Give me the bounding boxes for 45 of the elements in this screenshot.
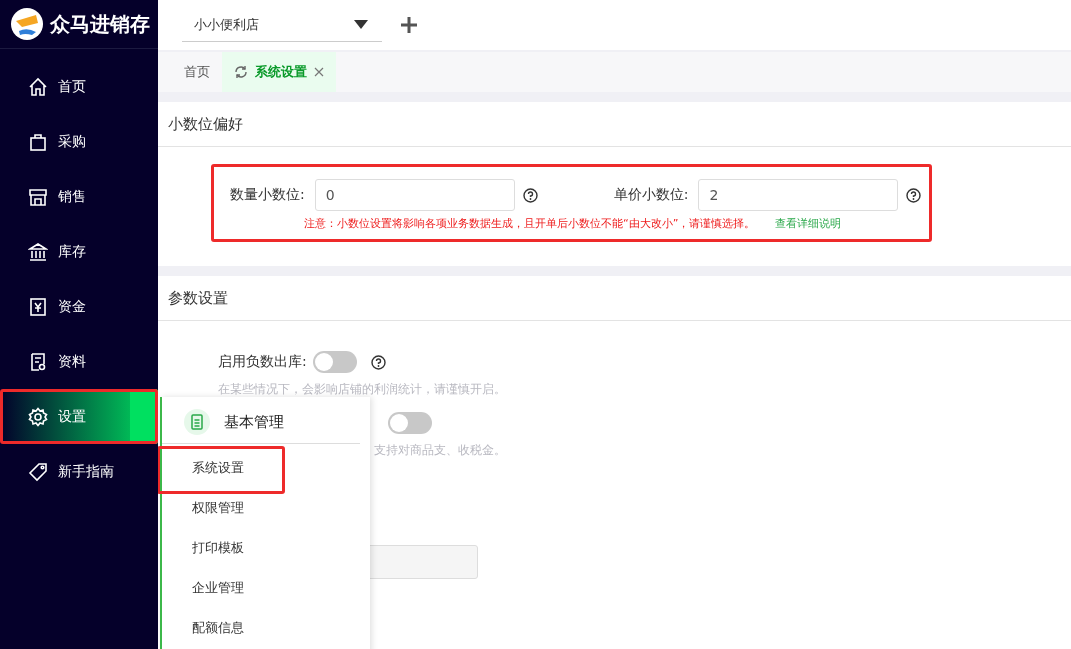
bank-icon bbox=[28, 241, 48, 262]
clipboard-icon bbox=[184, 409, 210, 435]
dropdown-caret-icon bbox=[354, 20, 368, 29]
input-field[interactable]: 0 bbox=[314, 179, 515, 211]
close-icon[interactable] bbox=[314, 67, 324, 77]
submenu-item[interactable]: 打印模板 bbox=[162, 528, 370, 568]
section-title: 参数设置 bbox=[158, 276, 1071, 321]
home-icon bbox=[28, 76, 48, 97]
shop-select[interactable]: 小小便利店 bbox=[182, 8, 382, 42]
toggle-switch[interactable] bbox=[388, 412, 432, 434]
input-field[interactable]: 2 bbox=[698, 179, 899, 211]
sidebar-item[interactable]: 新手指南 bbox=[0, 444, 158, 499]
refresh-icon bbox=[234, 65, 248, 79]
sidebar-item[interactable]: 首页 bbox=[0, 59, 158, 114]
add-icon[interactable] bbox=[400, 16, 418, 34]
bag-icon bbox=[28, 131, 48, 152]
section-title: 小数位偏好 bbox=[158, 102, 1071, 147]
tag-icon bbox=[28, 461, 48, 482]
field-label: 单价小数位: bbox=[613, 186, 689, 204]
submenu-heading: 基本管理 bbox=[224, 412, 284, 432]
settings-icon bbox=[28, 406, 48, 427]
submenu-item[interactable]: 配额信息 bbox=[162, 608, 370, 648]
store-icon bbox=[28, 186, 48, 207]
warning-text: 注意：小数位设置将影响各项业务数据生成，且开单后小数位不能“由大改小”，请谨慎选择。 bbox=[304, 216, 756, 231]
yen-icon bbox=[28, 296, 48, 317]
setting-label: 启用负数出库: bbox=[218, 353, 307, 371]
sidebar-item[interactable]: 资金 bbox=[0, 279, 158, 334]
submenu-item[interactable]: 企业管理 bbox=[162, 568, 370, 608]
sidebar-item[interactable]: 资料 bbox=[0, 334, 158, 389]
help-icon[interactable] bbox=[370, 354, 386, 370]
setting-hint: 在某些情况下，会影响店铺的利润统计，请谨慎开启。 bbox=[218, 381, 506, 398]
tab[interactable]: 系统设置 bbox=[222, 52, 336, 92]
setting-hint: 支持对商品支、收税金。 bbox=[374, 442, 506, 459]
sidebar-item[interactable]: 销售 bbox=[0, 169, 158, 224]
sidebar-item[interactable]: 库存 bbox=[0, 224, 158, 279]
tab[interactable]: 首页 bbox=[172, 52, 222, 92]
help-icon[interactable] bbox=[522, 187, 538, 203]
app-name: 众马进销存 bbox=[50, 10, 150, 38]
document-icon bbox=[28, 351, 48, 372]
field-label: 数量小数位: bbox=[230, 186, 305, 204]
sidebar-item[interactable]: 采购 bbox=[0, 114, 158, 169]
logo-icon bbox=[10, 7, 44, 41]
help-icon[interactable] bbox=[906, 187, 922, 203]
toggle-switch[interactable] bbox=[312, 351, 357, 373]
sidebar-item[interactable]: 设置 bbox=[0, 389, 158, 444]
